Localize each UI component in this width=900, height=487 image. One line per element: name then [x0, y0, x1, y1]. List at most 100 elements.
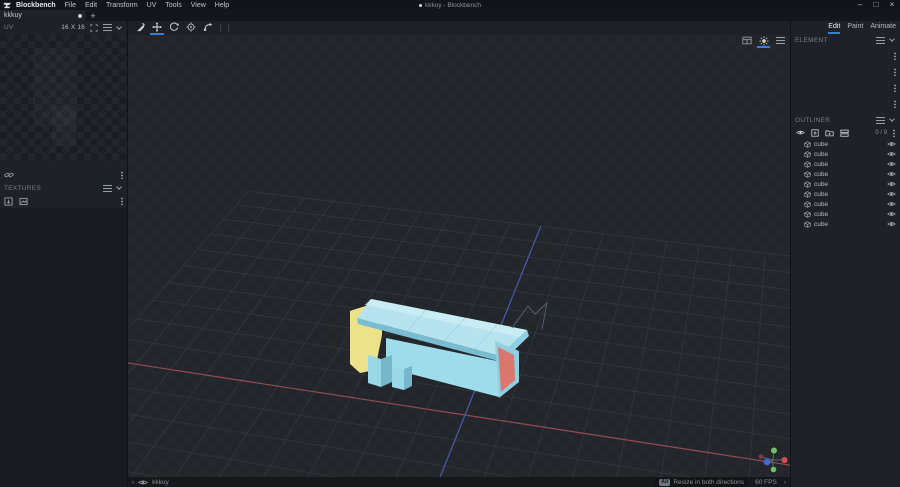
- gizmo-z-axis[interactable]: [763, 458, 771, 466]
- rotate-tool-button[interactable]: [167, 21, 181, 35]
- uv-collapse-chevron-icon[interactable]: [116, 23, 122, 30]
- outliner-kebab-icon[interactable]: [893, 128, 895, 137]
- preview-eye-icon[interactable]: [138, 479, 149, 486]
- outliner-toolbar: 0 / 9: [791, 126, 900, 139]
- gizmo-y-neg-axis[interactable]: [770, 466, 777, 473]
- menu-view[interactable]: View: [191, 2, 206, 9]
- uv-frame-icon[interactable]: [90, 23, 98, 32]
- element-collapse-chevron-icon[interactable]: [889, 36, 895, 42]
- orientation-gizmo[interactable]: [758, 447, 788, 473]
- new-tab-button[interactable]: +: [86, 10, 100, 21]
- visibility-eye-button[interactable]: [887, 161, 896, 167]
- outliner-item-label: cube: [814, 210, 829, 218]
- tab-animate[interactable]: Animate: [870, 21, 896, 34]
- create-texture-button[interactable]: [19, 197, 28, 206]
- element-row-menu-icon[interactable]: [894, 84, 896, 92]
- shading-sun-button[interactable]: [757, 35, 770, 48]
- outliner-visibility-button[interactable]: [796, 129, 805, 136]
- visibility-eye-button[interactable]: [887, 211, 896, 217]
- textures-menu-kebab-icon[interactable]: [121, 197, 123, 205]
- status-forward-button[interactable]: ›: [784, 479, 786, 486]
- add-cube-button[interactable]: [811, 128, 819, 137]
- minimize-button[interactable]: –: [852, 0, 868, 10]
- viewport-canvas[interactable]: [128, 35, 790, 477]
- vertex-snap-tool-button[interactable]: [201, 21, 215, 35]
- cube-icon: [804, 220, 811, 228]
- uv-menu-icon[interactable]: [103, 24, 112, 31]
- element-row-menu-icon[interactable]: [894, 68, 896, 76]
- visibility-eye-button[interactable]: [887, 191, 896, 197]
- move-tool-button[interactable]: [150, 21, 164, 35]
- tab-paint[interactable]: Paint: [847, 21, 863, 34]
- outliner-row[interactable]: cube: [791, 169, 900, 179]
- outliner-panel-header: OUTLINER: [791, 114, 900, 126]
- main-toolbar: [128, 21, 790, 35]
- left-sidebar: UV 16 X 16 TEXTURES: [0, 21, 128, 487]
- gizmo-x-axis[interactable]: [781, 457, 788, 463]
- gizmo-x-neg-axis[interactable]: [758, 454, 764, 459]
- visibility-eye-button[interactable]: [887, 171, 896, 177]
- outliner-row[interactable]: cube: [791, 209, 900, 219]
- textures-menu-icon[interactable]: [103, 184, 112, 192]
- menu-transform[interactable]: Transform: [106, 2, 138, 9]
- menu-tools[interactable]: Tools: [165, 2, 181, 9]
- project-tab[interactable]: kkkuy: [0, 10, 86, 21]
- outliner-row[interactable]: cube: [791, 139, 900, 149]
- toolbar-separator: [228, 24, 229, 32]
- tab-edit[interactable]: Edit: [828, 21, 841, 34]
- app-name[interactable]: Blockbench: [16, 2, 56, 9]
- visibility-eye-button[interactable]: [887, 221, 896, 227]
- maximize-button[interactable]: □: [868, 0, 884, 10]
- menu-file[interactable]: File: [65, 2, 76, 9]
- outliner-row[interactable]: cube: [791, 159, 900, 169]
- visibility-eye-button[interactable]: [887, 151, 896, 157]
- outliner-menu-icon[interactable]: [876, 116, 885, 124]
- uv-footer-menu-icon[interactable]: [121, 171, 123, 179]
- select-tool-button[interactable]: [133, 21, 147, 35]
- element-row-menu-icon[interactable]: [894, 52, 896, 60]
- visibility-eye-button[interactable]: [887, 141, 896, 147]
- outliner-row[interactable]: cube: [791, 199, 900, 209]
- blockbench-window: Blockbench File Edit Transform UV Tools …: [0, 0, 900, 487]
- outliner-item-label: cube: [814, 140, 829, 148]
- import-texture-button[interactable]: [4, 196, 13, 206]
- cube-icon: [804, 170, 811, 178]
- outliner-row[interactable]: cube: [791, 149, 900, 159]
- hint-key-badge: Alt: [658, 478, 671, 486]
- gizmo-y-axis[interactable]: [771, 447, 777, 454]
- uv-size-label[interactable]: 16 X 16: [61, 24, 85, 31]
- visibility-eye-button[interactable]: [887, 181, 896, 187]
- project-name-label: kkkuy: [152, 478, 169, 486]
- uv-canvas[interactable]: [0, 34, 127, 161]
- outliner-row[interactable]: cube: [791, 179, 900, 189]
- menu-help[interactable]: Help: [215, 2, 229, 9]
- viewport-toggles: [740, 35, 787, 48]
- visibility-eye-button[interactable]: [887, 201, 896, 207]
- close-button[interactable]: ×: [884, 0, 900, 10]
- pivot-tool-button[interactable]: [184, 21, 198, 35]
- titlebar: Blockbench File Edit Transform UV Tools …: [0, 0, 900, 10]
- outliner-collapse-chevron-icon[interactable]: [889, 116, 895, 122]
- add-group-button[interactable]: [825, 129, 834, 137]
- outliner-panel-title: OUTLINER: [795, 116, 831, 124]
- outliner-row[interactable]: cube: [791, 219, 900, 229]
- menu-uv[interactable]: UV: [147, 2, 157, 9]
- quad-view-button[interactable]: [740, 35, 753, 48]
- model-cubes[interactable]: [350, 299, 529, 398]
- cube-icon: [804, 190, 811, 198]
- toggle-options-button[interactable]: [840, 129, 849, 137]
- status-back-button[interactable]: ‹: [132, 479, 134, 486]
- menu-edit[interactable]: Edit: [85, 2, 97, 9]
- viewport-menu-button[interactable]: [774, 35, 787, 48]
- right-panel-filler: [791, 229, 900, 487]
- element-row-menu-icon[interactable]: [894, 100, 896, 108]
- textures-collapse-chevron-icon[interactable]: [116, 184, 122, 190]
- outliner-count: 0 / 9: [875, 129, 887, 136]
- cube-icon: [804, 210, 811, 218]
- link-uv-icon[interactable]: [4, 171, 14, 179]
- fps-label: 60 FPS: [755, 478, 777, 486]
- element-menu-icon[interactable]: [876, 36, 885, 44]
- cube-icon: [804, 200, 811, 208]
- outliner-row[interactable]: cube: [791, 189, 900, 199]
- outliner-item-label: cube: [814, 200, 829, 208]
